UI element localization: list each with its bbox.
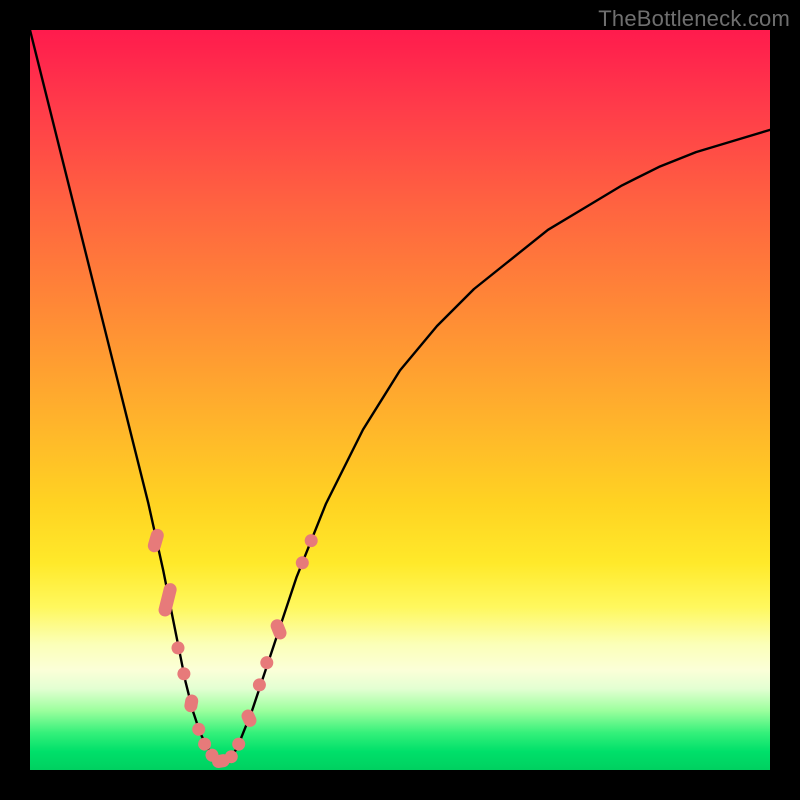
curve-marker xyxy=(157,582,178,618)
curve-marker xyxy=(170,640,185,655)
bottleneck-curve xyxy=(30,30,770,763)
curve-marker xyxy=(269,617,289,641)
curve-marker xyxy=(251,676,268,693)
curve-marker xyxy=(294,554,311,571)
curve-marker xyxy=(191,722,206,737)
highlighted-points-group xyxy=(146,527,320,769)
curve-marker xyxy=(303,532,320,549)
outer-black-frame: TheBottleneck.com xyxy=(0,0,800,800)
curve-marker xyxy=(258,654,275,671)
watermark-text: TheBottleneck.com xyxy=(598,6,790,32)
chart-overlay xyxy=(30,30,770,770)
curve-marker xyxy=(183,694,199,714)
curve-marker xyxy=(176,666,191,681)
curve-marker xyxy=(239,707,258,729)
curve-marker xyxy=(146,527,165,553)
curve-marker xyxy=(230,735,248,753)
